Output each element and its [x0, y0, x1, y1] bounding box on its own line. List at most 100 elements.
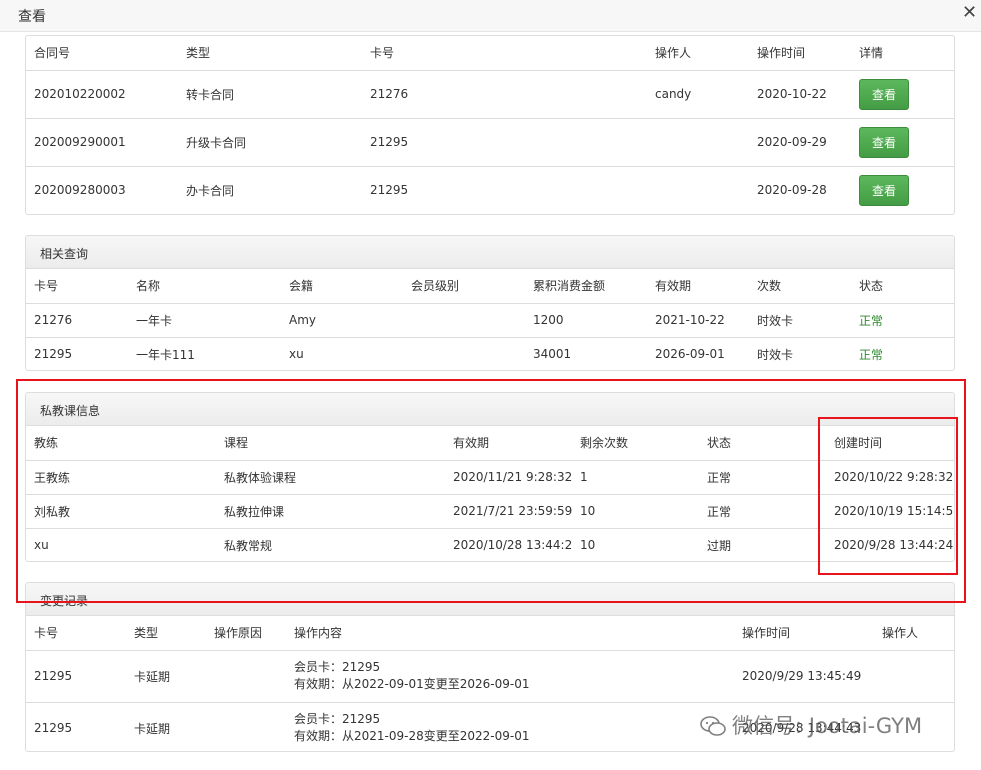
course: 私教体验课程	[216, 459, 445, 494]
dialog-title: 查看	[18, 9, 46, 25]
table-row: 202010220002 转卡合同 21276 candy 2020-10-22…	[26, 69, 954, 118]
panel-heading: 相关查询	[26, 236, 954, 269]
change-type: 卡延期	[126, 701, 206, 751]
table-row: xu 私教常规 2020/10/28 13:44:24 10 过期 2020/9…	[26, 527, 954, 561]
column-header: 操作时间	[757, 46, 806, 61]
change-content: 会员卡：21295 有效期：从2022-09-01变更至2026-09-01	[286, 649, 734, 702]
related-table: 卡号 名称 会籍 会员级别 累积消费金额 有效期 次数 状态 21276 一年卡…	[26, 269, 954, 370]
contract-no: 202010220002	[26, 69, 178, 118]
column-header: 创建时间	[834, 436, 883, 451]
card-no: 21295	[362, 165, 647, 214]
total-amount: 34001	[525, 336, 647, 370]
table-header-row: 合同号 类型 卡号 操作人 操作时间 详情	[26, 36, 954, 70]
detail-cell: 查看	[851, 165, 954, 214]
column-header: 教练	[34, 436, 59, 451]
membership: xu	[281, 336, 403, 370]
content-line: 会员卡：21295	[294, 712, 381, 727]
course: 私教常规	[216, 527, 445, 561]
membership: Amy	[281, 302, 403, 337]
detail-cell: 查看	[851, 69, 954, 118]
total-amount: 1200	[525, 302, 647, 337]
related-query-panel: 相关查询 卡号 名称 会籍 会员级别 累积消费金额 有效期 次数 状态 2127…	[25, 235, 955, 371]
column-header: 剩余次数	[580, 436, 629, 451]
operation-time: 2020-09-29	[749, 117, 851, 166]
column-header: 会员级别	[411, 279, 460, 294]
panel-heading: 私教课信息	[26, 393, 954, 426]
close-icon[interactable]: ✕	[962, 4, 977, 22]
created-time: 2020/10/19 15:14:58	[826, 493, 954, 528]
column-header: 状态	[707, 436, 732, 451]
column-header: 有效期	[453, 436, 490, 451]
table-row: 21295 卡延期 会员卡：21295 有效期：从2022-09-01变更至20…	[26, 649, 954, 702]
valid-date: 2021/7/21 23:59:59	[445, 493, 572, 528]
valid-date: 2020/11/21 9:28:32	[445, 459, 572, 494]
card-name: 一年卡	[128, 302, 281, 337]
table-row: 王教练 私教体验课程 2020/11/21 9:28:32 1 正常 2020/…	[26, 459, 954, 494]
change-type: 卡延期	[126, 649, 206, 702]
column-header: 卡号	[370, 46, 395, 61]
operator	[647, 117, 749, 166]
card-no: 21276	[362, 69, 647, 118]
column-header: 类型	[186, 46, 211, 61]
view-button[interactable]: 查看	[859, 174, 909, 206]
operator	[647, 165, 749, 214]
content-line: 会员卡：21295	[294, 660, 381, 674]
operation-time: 2020-10-22	[749, 69, 851, 118]
valid-date: 2021-10-22	[647, 302, 749, 337]
operation-time: 2020/9/29 13:45:49	[734, 649, 874, 702]
view-button[interactable]: 查看	[859, 126, 909, 158]
column-header: 操作人	[882, 626, 919, 641]
column-header: 会籍	[289, 279, 314, 294]
card-no: 21276	[26, 302, 128, 337]
member-level	[403, 336, 525, 370]
column-header: 课程	[224, 436, 249, 451]
status-text: 正常	[851, 302, 954, 337]
content-line: 有效期：从2022-09-01变更至2026-09-01	[294, 677, 530, 691]
table-header-row: 卡号 名称 会籍 会员级别 累积消费金额 有效期 次数 状态	[26, 269, 954, 303]
column-header: 操作时间	[742, 626, 791, 641]
view-button[interactable]: 查看	[859, 78, 909, 110]
status-text: 过期	[699, 527, 826, 561]
column-header: 卡号	[34, 626, 59, 641]
column-header: 名称	[136, 279, 161, 294]
watermark-text: 微信号: Jootai-GYM	[732, 714, 923, 738]
valid-date: 2026-09-01	[647, 336, 749, 370]
column-header: 状态	[859, 279, 884, 294]
coach: xu	[26, 527, 216, 561]
operator: candy	[647, 69, 749, 118]
column-header: 操作人	[655, 46, 692, 61]
panel-heading: 变更记录	[26, 583, 954, 616]
status-text: 正常	[699, 459, 826, 494]
contracts-table: 合同号 类型 卡号 操作人 操作时间 详情 202010220002 转卡合同 …	[26, 36, 954, 214]
contracts-panel: 合同号 类型 卡号 操作人 操作时间 详情 202010220002 转卡合同 …	[25, 35, 955, 215]
card-no: 21295	[362, 117, 647, 166]
contract-type: 办卡合同	[178, 165, 362, 214]
remaining-count: 10	[572, 493, 699, 528]
column-header: 卡号	[34, 279, 59, 294]
column-header: 有效期	[655, 279, 692, 294]
coach: 王教练	[26, 459, 216, 494]
status-text: 正常	[851, 336, 954, 370]
remaining-count: 1	[572, 459, 699, 494]
table-row: 刘私教 私教拉伸课 2021/7/21 23:59:59 10 正常 2020/…	[26, 493, 954, 528]
column-header: 操作原因	[214, 626, 263, 641]
change-reason	[206, 701, 286, 751]
times: 时效卡	[749, 336, 851, 370]
column-header: 累积消费金额	[533, 279, 606, 294]
contract-type: 升级卡合同	[178, 117, 362, 166]
column-header: 操作内容	[294, 626, 343, 641]
contract-no: 202009280003	[26, 165, 178, 214]
table-header-row: 教练 课程 有效期 剩余次数 状态 创建时间	[26, 426, 954, 460]
table-row: 21295 一年卡111 xu 34001 2026-09-01 时效卡 正常	[26, 336, 954, 370]
times: 时效卡	[749, 302, 851, 337]
member-level	[403, 302, 525, 337]
private-lessons-table: 教练 课程 有效期 剩余次数 状态 创建时间 王教练 私教体验课程 2020/1…	[26, 426, 954, 561]
table-header-row: 卡号 类型 操作原因 操作内容 操作时间 操作人	[26, 616, 954, 650]
card-no: 21295	[26, 649, 126, 702]
content-line: 有效期：从2021-09-28变更至2022-09-01	[294, 729, 530, 744]
column-header: 详情	[859, 46, 884, 61]
contract-no: 202009290001	[26, 117, 178, 166]
dialog-header: 查看 ✕	[0, 0, 981, 32]
card-no: 21295	[26, 336, 128, 370]
created-time: 2020/9/28 13:44:24	[826, 527, 954, 561]
